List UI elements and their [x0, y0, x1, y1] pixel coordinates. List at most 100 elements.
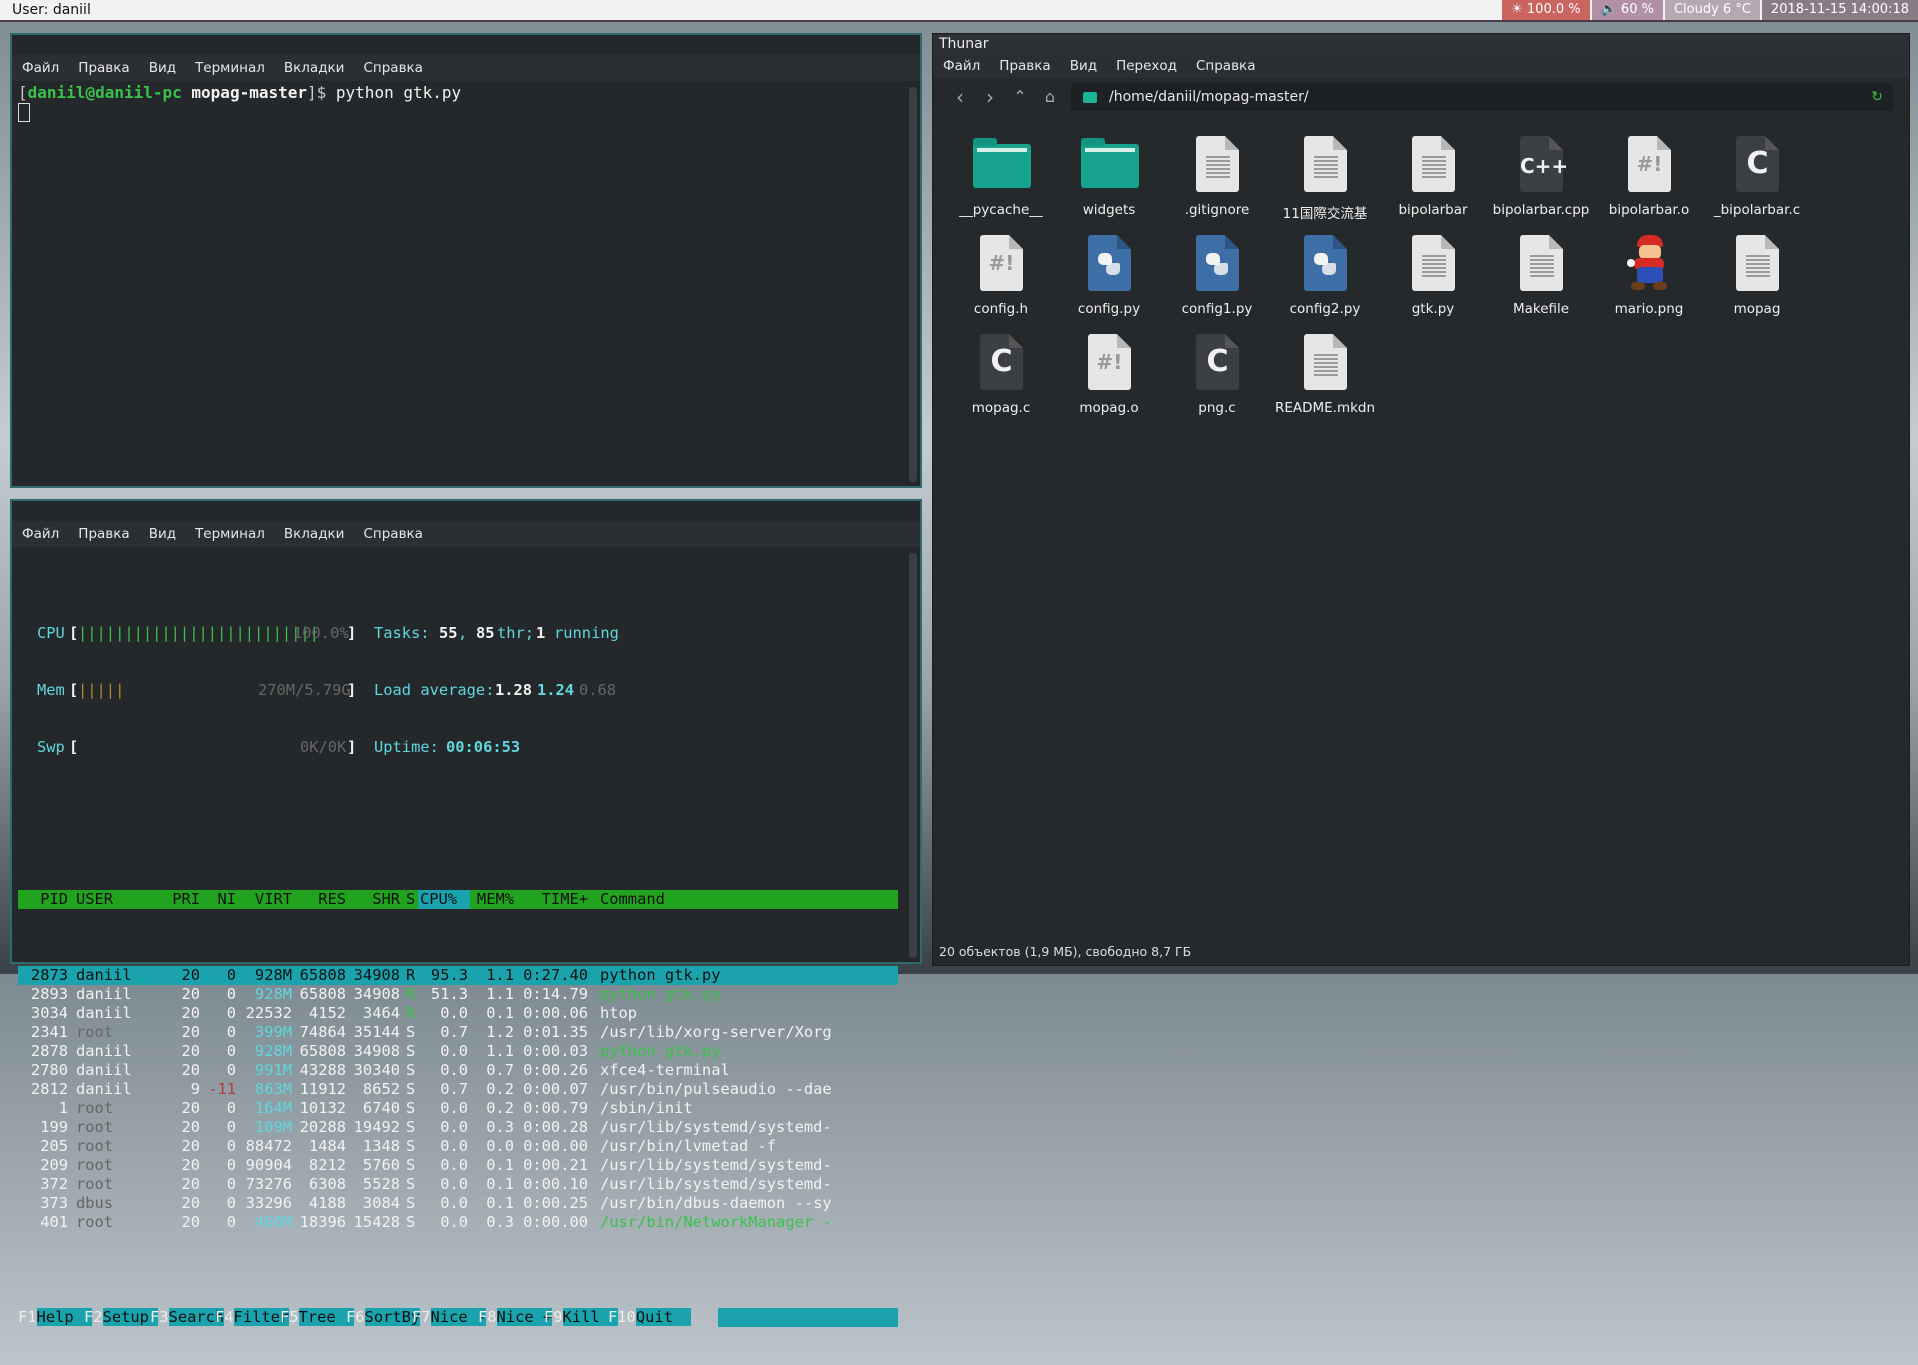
menu-file[interactable]: Файл: [22, 526, 59, 542]
process-cell: /usr/bin/pulseaudio --dae: [600, 1080, 832, 1098]
col-user[interactable]: USER: [76, 890, 113, 909]
process-row[interactable]: 2893 daniil 20 0 928M 65808 34908 R 51.3 1.1 0:14.…: [18, 985, 898, 1004]
process-row[interactable]: 2878 daniil 20 0 928M 65808 34908 S 0.0 1.1 0:00.0…: [18, 1042, 898, 1061]
process-cell: 1348: [362, 1137, 400, 1155]
fkey-f6[interactable]: F6SortBy: [346, 1308, 421, 1327]
prompt-dir: mopag-master: [191, 83, 307, 102]
process-cell: 20: [181, 1137, 200, 1155]
tasks-label: Tasks:: [374, 624, 430, 642]
load-label: Load average:: [374, 681, 495, 699]
process-cell: 2812: [30, 1080, 68, 1098]
process-cell: 0.1: [486, 1175, 514, 1193]
process-cell: 0.7: [486, 1061, 514, 1079]
process-cell: 6308: [308, 1175, 346, 1193]
menu-help[interactable]: Справка: [1196, 58, 1255, 74]
fkey-number: F3: [150, 1308, 169, 1326]
c-file-icon: C: [1727, 134, 1787, 196]
process-row[interactable]: 2873 daniil 20 0 928M 65808 34908 R 95.3 1.1 0:27.…: [18, 966, 898, 985]
process-cell: 1.1: [486, 1042, 514, 1060]
menu-view[interactable]: Вид: [1070, 58, 1097, 74]
terminal-output[interactable]: [daniil@daniil-pc mopag-master]$ python …: [18, 83, 906, 480]
fkey-f2[interactable]: F2Setup: [84, 1308, 159, 1327]
fkey-f4[interactable]: F4Filter: [215, 1308, 290, 1327]
menu-edit[interactable]: Правка: [78, 60, 129, 76]
fkey-f1[interactable]: F1Help: [18, 1308, 93, 1327]
process-row[interactable]: 372 root 20 0 73276 6308 5528 S 0.0 0.1 0:00.10/us…: [18, 1175, 898, 1194]
file-name: __pycache__: [959, 202, 1043, 218]
process-row[interactable]: 401 root 20 0 460M 18396 15428 S 0.0 0.3 0:00.00/u…: [18, 1213, 898, 1232]
process-row[interactable]: 199 root 20 0 109M 20288 19492 S 0.0 0.3 0:00.28/u…: [18, 1118, 898, 1137]
process-row[interactable]: 373 dbus 20 0 33296 4188 3084 S 0.0 0.1 0:00.25/us…: [18, 1194, 898, 1213]
fkey-f10[interactable]: F10Quit: [608, 1308, 692, 1327]
forward-arrow-icon[interactable]: ›: [975, 83, 1005, 111]
menu-terminal[interactable]: Терминал: [195, 60, 265, 76]
menu-edit[interactable]: Правка: [999, 58, 1050, 74]
process-cell: /usr/lib/systemd/systemd-: [600, 1175, 832, 1193]
process-row[interactable]: 1 root 20 0 164M 10132 6740 S 0.0 0.2 0:00.79/sbin…: [18, 1099, 898, 1118]
menu-tabs[interactable]: Вкладки: [284, 526, 345, 542]
terminal-scrollbar[interactable]: [909, 87, 917, 482]
menu-help[interactable]: Справка: [363, 526, 422, 542]
process-cell: 0.0: [440, 1156, 468, 1174]
load-5: 1.24: [537, 681, 575, 699]
menu-terminal[interactable]: Терминал: [195, 526, 265, 542]
col-cpu[interactable]: CPU%: [418, 890, 470, 909]
fkey-f8[interactable]: F8Nice +: [478, 1308, 553, 1327]
menu-file[interactable]: Файл: [22, 60, 59, 76]
process-row[interactable]: 205 root 20 0 88472 1484 1348 S 0.0 0.0 0:00.00/us…: [18, 1137, 898, 1156]
menu-view[interactable]: Вид: [149, 60, 176, 76]
col-res[interactable]: RES: [292, 890, 346, 909]
process-row[interactable]: 2812 daniil 9 -11 863M 11912 8652 S 0.7 0.2 0:00.0…: [18, 1080, 898, 1099]
fkey-f7[interactable]: F7Nice -: [412, 1308, 487, 1327]
process-cell: 20: [181, 1213, 200, 1231]
col-command[interactable]: Command: [600, 890, 665, 909]
process-cell: 0:00.25: [523, 1194, 588, 1212]
process-cell: 205: [40, 1137, 68, 1155]
process-cell: 0.0: [440, 1099, 468, 1117]
process-row[interactable]: 3034 daniil 20 0 22532 4152 3464 R 0.0 0.1 0:00.06…: [18, 1004, 898, 1023]
volume-indicator[interactable]: 🔈 60 %: [1591, 0, 1663, 20]
menu-help[interactable]: Справка: [363, 60, 422, 76]
col-state[interactable]: S: [406, 890, 415, 909]
back-arrow-icon[interactable]: ‹: [945, 83, 975, 111]
terminal-scrollbar[interactable]: [909, 553, 917, 958]
fkey-label: Quit: [635, 1308, 692, 1326]
menu-edit[interactable]: Правка: [78, 526, 129, 542]
col-virt[interactable]: VIRT: [238, 890, 292, 909]
terminal-window-top[interactable]: Файл Правка Вид Терминал Вкладки Справка…: [10, 33, 922, 488]
file-manager-window[interactable]: Thunar Файл Правка Вид Переход Справка ‹…: [932, 33, 1910, 966]
file-name: config2.py: [1289, 301, 1361, 317]
process-row[interactable]: 2341 root 20 0 399M 74864 35144 S 0.7 1.2 0:01.35 /…: [18, 1023, 898, 1042]
col-mem[interactable]: MEM%: [468, 890, 514, 909]
process-row[interactable]: 209 root 20 0 90904 8212 5760 S 0.0 0.1 0:00.21/us…: [18, 1156, 898, 1175]
terminal-window-htop[interactable]: Файл Правка Вид Терминал Вкладки Справка…: [10, 499, 922, 1327]
process-cell: -11: [208, 1080, 236, 1098]
menu-file[interactable]: Файл: [943, 58, 980, 74]
home-icon[interactable]: ⌂: [1035, 83, 1065, 111]
weather-indicator[interactable]: Cloudy 6 °C: [1664, 0, 1760, 20]
process-cell: 372: [40, 1175, 68, 1193]
fkey-number: F1: [18, 1308, 37, 1326]
process-cell: 0: [226, 1004, 236, 1022]
col-time[interactable]: TIME+: [516, 890, 588, 909]
col-ni[interactable]: NI: [200, 890, 236, 909]
col-pid[interactable]: PID: [20, 890, 68, 909]
fkey-f3[interactable]: F3Search: [150, 1308, 225, 1327]
path-bar[interactable]: /home/daniil/mopag-master/ ↻: [1071, 83, 1893, 111]
col-pri[interactable]: PRI: [158, 890, 200, 909]
process-cell: S: [406, 1080, 416, 1098]
menu-view[interactable]: Вид: [149, 526, 176, 542]
fkey-f5[interactable]: F5Tree: [280, 1308, 355, 1327]
menu-tabs[interactable]: Вкладки: [284, 60, 345, 76]
menu-go[interactable]: Переход: [1116, 58, 1177, 74]
col-shr[interactable]: SHR: [346, 890, 400, 909]
process-cell: /usr/bin/lvmetad -f: [600, 1137, 777, 1155]
clock[interactable]: 2018-11-15 14:00:18: [1761, 0, 1918, 20]
up-arrow-icon[interactable]: ⌃: [1005, 83, 1035, 111]
htop-screen[interactable]: CPU[|||||||||||||||||||||||||| 100.0%] Ta…: [18, 567, 898, 1365]
brightness-indicator[interactable]: ☀ 100.0 %: [1502, 0, 1590, 20]
reload-icon[interactable]: ↻: [1871, 89, 1883, 105]
process-row[interactable]: 2780 daniil 20 0 991M 43288 30340 S 0.0 0.7 0:00.2…: [18, 1061, 898, 1080]
file-name: bipolarbar.o: [1608, 202, 1690, 218]
terminal-menubar: Файл Правка Вид Терминал Вкладки Справка: [12, 55, 920, 81]
